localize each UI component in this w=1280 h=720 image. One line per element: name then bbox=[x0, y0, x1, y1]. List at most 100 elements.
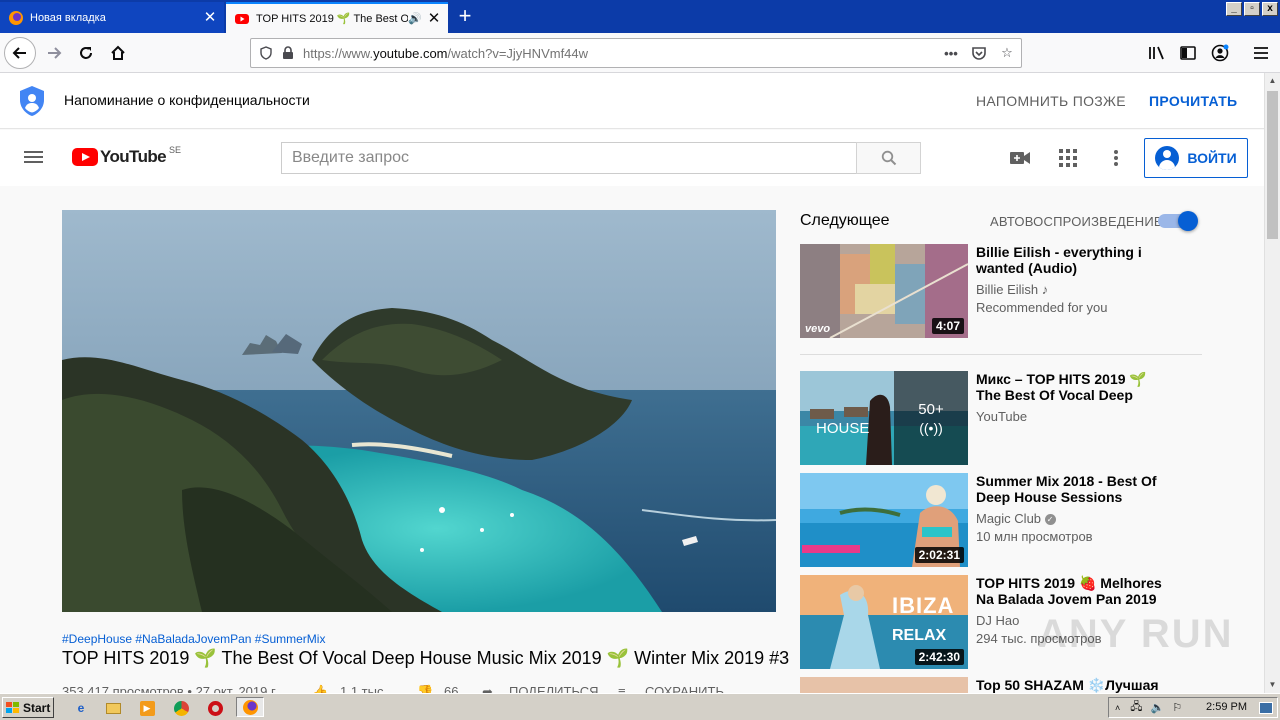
mix-overlay: 50+ ((•)) bbox=[894, 371, 968, 465]
flag-icon[interactable]: ⚐ bbox=[1172, 701, 1182, 714]
lock-icon[interactable] bbox=[277, 42, 299, 64]
related-video-card[interactable]: Top 50 SHAZAM ❄️Лучшая bbox=[800, 677, 1202, 693]
account-circle-icon bbox=[1155, 146, 1180, 170]
video-thumbnail[interactable]: vevo 4:07 bbox=[800, 244, 968, 338]
channel-name-text: Magic Club bbox=[976, 511, 1042, 526]
arrow-right-icon bbox=[48, 47, 62, 59]
opera-icon[interactable] bbox=[206, 699, 224, 717]
volume-icon[interactable]: 🔈 bbox=[1151, 701, 1165, 714]
bookmark-star-icon[interactable]: ☆ bbox=[993, 42, 1021, 64]
channel-name[interactable]: Billie Eilish ♪ bbox=[976, 282, 1048, 297]
account-icon bbox=[1211, 44, 1229, 62]
hamburger-icon bbox=[1254, 47, 1268, 59]
internet-explorer-icon[interactable]: e bbox=[72, 699, 90, 717]
guide-menu-button[interactable] bbox=[24, 148, 48, 168]
privacy-reminder-text: Напоминание о конфиденциальности bbox=[64, 92, 310, 108]
library-icon bbox=[1149, 46, 1164, 60]
youtube-masthead: YouTube SE Введите запрос ВОЙТИ bbox=[0, 130, 1264, 186]
pocket-icon[interactable] bbox=[965, 42, 993, 64]
video-thumbnail[interactable]: 2:02:31 bbox=[800, 473, 968, 567]
thumb-word-2: RELAX bbox=[892, 627, 947, 644]
page-actions-icon[interactable]: ••• bbox=[937, 42, 965, 64]
related-video-title[interactable]: TOP HITS 2019 🍓 Melhores Na Balada Jovem… bbox=[976, 575, 1172, 607]
url-domain: youtube.com bbox=[373, 45, 448, 61]
shield-icon[interactable] bbox=[255, 42, 277, 64]
scrollbar-thumb[interactable] bbox=[1267, 91, 1278, 239]
maximize-button[interactable]: ▫ bbox=[1244, 2, 1260, 16]
video-hashtags[interactable]: #DeepHouse #NaBaladaJovemPan #SummerMix bbox=[62, 632, 325, 646]
url-prefix: https://www. bbox=[303, 45, 374, 61]
related-video-title[interactable]: Top 50 SHAZAM ❄️Лучшая bbox=[976, 677, 1172, 693]
related-video-title[interactable]: Summer Mix 2018 - Best Of Deep House Ses… bbox=[976, 473, 1172, 505]
apps-button[interactable] bbox=[1056, 146, 1080, 170]
tray-expand-icon[interactable]: ˄ bbox=[1115, 703, 1120, 713]
forward-button[interactable] bbox=[38, 37, 70, 69]
create-video-button[interactable] bbox=[1008, 146, 1032, 170]
network-icon[interactable]: 🖧 bbox=[1130, 698, 1142, 717]
youtube-logo[interactable]: YouTube SE bbox=[72, 145, 181, 167]
tab-new-tab[interactable]: Новая вкладка ✕ bbox=[0, 2, 224, 33]
settings-more-button[interactable] bbox=[1104, 146, 1128, 170]
close-window-button[interactable]: x bbox=[1262, 2, 1278, 16]
sign-in-button[interactable]: ВОЙТИ bbox=[1144, 138, 1248, 178]
url-text[interactable]: https://www.youtube.com/watch?v=JjyHNVmf… bbox=[299, 46, 937, 61]
search-input[interactable]: Введите запрос bbox=[281, 142, 857, 174]
vevo-badge: vevo bbox=[805, 323, 831, 335]
verified-check-icon: ✓ bbox=[1044, 514, 1056, 526]
arrow-left-icon bbox=[12, 47, 26, 59]
autoplay-toggle[interactable] bbox=[1158, 211, 1198, 231]
remind-later-button[interactable]: НАПОМНИТЬ ПОЗЖЕ bbox=[976, 93, 1126, 109]
read-button[interactable]: ПРОЧИТАТЬ bbox=[1149, 93, 1237, 109]
back-button[interactable] bbox=[4, 37, 36, 69]
video-thumbnail[interactable]: IBIZA RELAX 2:42:30 bbox=[800, 575, 968, 669]
account-button[interactable] bbox=[1205, 37, 1235, 69]
clock[interactable]: 2:59 PM bbox=[1206, 701, 1247, 713]
chrome-icon[interactable] bbox=[172, 699, 190, 717]
folder-icon[interactable] bbox=[104, 699, 122, 717]
more-vert-icon bbox=[1114, 150, 1118, 166]
home-button[interactable] bbox=[102, 37, 134, 69]
channel-name[interactable]: DJ Hao bbox=[976, 613, 1019, 628]
window-controls: _ ▫ x bbox=[1226, 2, 1278, 16]
thumb-word: IBIZA bbox=[892, 593, 955, 618]
video-camera-icon bbox=[1010, 152, 1030, 164]
media-player-icon[interactable]: ▶ bbox=[138, 699, 156, 717]
speaker-icon[interactable]: 🔊 bbox=[408, 12, 422, 25]
mix-count: 50+ bbox=[918, 400, 944, 418]
address-bar[interactable]: https://www.youtube.com/watch?v=JjyHNVmf… bbox=[250, 38, 1022, 68]
duration-badge: 4:07 bbox=[931, 318, 964, 334]
video-thumbnail[interactable]: HOUSE 50+ ((•)) bbox=[800, 371, 968, 465]
start-label: Start bbox=[23, 700, 51, 715]
library-button[interactable] bbox=[1142, 37, 1172, 69]
related-video-card[interactable]: 2:02:31 Summer Mix 2018 - Best Of Deep H… bbox=[800, 473, 1202, 567]
channel-name[interactable]: Magic Club ✓ bbox=[976, 511, 1056, 526]
firefox-icon bbox=[9, 10, 23, 25]
search-button[interactable] bbox=[856, 142, 921, 174]
sidebar-button[interactable] bbox=[1173, 37, 1203, 69]
close-icon[interactable]: ✕ bbox=[202, 9, 218, 26]
tab-strip: Новая вкладка ✕ TOP HITS 2019 🌱 The Best… bbox=[0, 0, 1280, 33]
tab-youtube[interactable]: TOP HITS 2019 🌱 The Best Of 🔊 ✕ bbox=[226, 2, 448, 33]
menu-button[interactable] bbox=[1246, 37, 1276, 69]
video-thumbnail[interactable] bbox=[800, 677, 968, 693]
sidebar-icon bbox=[1180, 46, 1196, 60]
related-video-card[interactable]: vevo 4:07 Billie Eilish - everything i w… bbox=[800, 244, 1202, 338]
related-video-title[interactable]: Billie Eilish - everything i wanted (Aud… bbox=[976, 244, 1172, 276]
new-tab-button[interactable]: + bbox=[452, 4, 478, 30]
minimize-button[interactable]: _ bbox=[1226, 2, 1242, 16]
related-video-title[interactable]: Микс – TOP HITS 2019 🌱 The Best Of Vocal… bbox=[976, 371, 1172, 403]
scroll-down-arrow[interactable]: ▼ bbox=[1265, 677, 1280, 693]
video-player[interactable] bbox=[62, 210, 776, 612]
close-icon[interactable]: ✕ bbox=[426, 10, 442, 27]
start-button[interactable]: Start bbox=[2, 697, 54, 718]
firefox-taskbar-button[interactable] bbox=[236, 697, 264, 717]
windows-logo-icon bbox=[6, 701, 19, 713]
divider bbox=[800, 354, 1202, 355]
related-mix-card[interactable]: HOUSE 50+ ((•)) Микс – TOP HITS 2019 🌱 T… bbox=[800, 371, 1202, 465]
page-scrollbar[interactable]: ▲ ▼ bbox=[1264, 73, 1280, 693]
scroll-up-arrow[interactable]: ▲ bbox=[1265, 73, 1280, 89]
channel-name[interactable]: YouTube bbox=[976, 409, 1027, 424]
show-desktop-icon[interactable] bbox=[1259, 702, 1273, 714]
reload-button[interactable] bbox=[70, 37, 102, 69]
reload-icon bbox=[80, 47, 92, 59]
